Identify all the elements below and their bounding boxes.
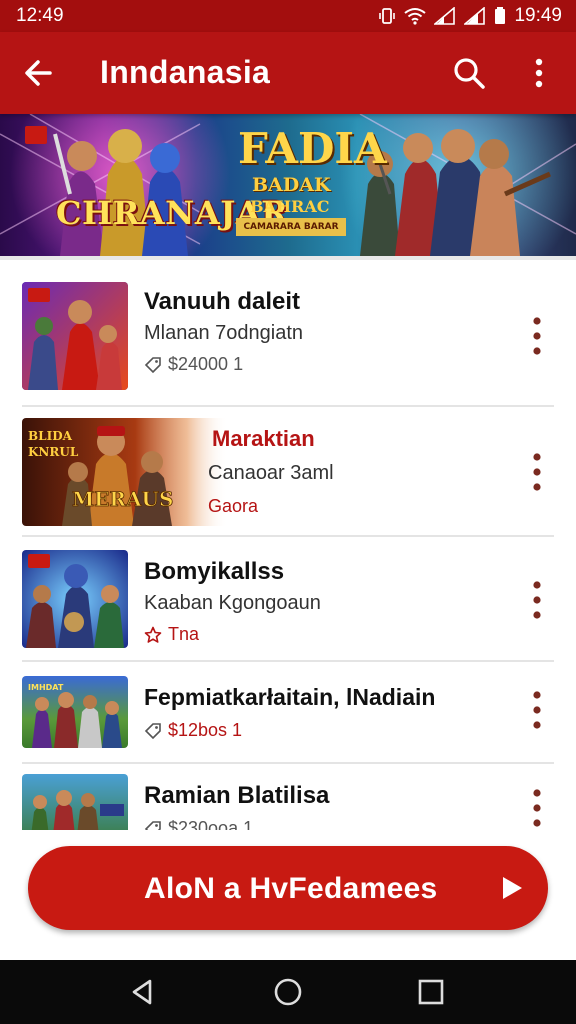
page-title: Inndanasia: [100, 54, 271, 90]
signal-icon-2: [464, 7, 486, 25]
item-title: Maraktian: [212, 426, 315, 451]
item-tag-label: Tna: [168, 624, 200, 644]
item-price: $230ooa 1: [168, 818, 254, 830]
item-meta: $12bos 1: [144, 720, 242, 741]
item-more-icon[interactable]: [528, 688, 546, 732]
item-thumbnail: IMHDAT: [22, 676, 128, 748]
game-list: Vanuuh daleit Mlanan 7odngiatn $24000 1: [0, 260, 576, 830]
item-subtitle: Mlanan 7odngiatn: [144, 322, 304, 344]
item-thumbnail: [22, 550, 128, 648]
banner-mid-tag: CAMARARA BARAR: [236, 218, 346, 236]
nav-recents-icon[interactable]: [415, 976, 447, 1008]
item-subtitle: Kaaban Kgongoaun: [144, 592, 321, 614]
item-more-icon[interactable]: [528, 450, 546, 494]
overflow-menu-icon[interactable]: [524, 54, 554, 92]
nav-back-icon[interactable]: [126, 976, 158, 1008]
status-time-left: 12:49: [16, 5, 64, 26]
item-thumbnail: [22, 282, 128, 390]
list-item[interactable]: BLIDA KNRUL MERAUS Maraktian Canaoar 3am…: [0, 408, 576, 538]
star-icon: [144, 626, 162, 643]
battery-icon: [495, 7, 506, 24]
svg-text:IMHDAT: IMHDAT: [28, 683, 64, 692]
status-time-right: 19:49: [514, 5, 562, 26]
item-more-icon[interactable]: [528, 578, 546, 622]
item-more-icon[interactable]: [528, 786, 546, 830]
item-meta: Tna: [144, 624, 199, 645]
primary-action-label: AloN a HvFedamees: [144, 872, 438, 905]
item-title: Bomyikallss: [144, 558, 285, 585]
list-item[interactable]: Vanuuh daleit Mlanan 7odngiatn $24000 1: [0, 260, 576, 408]
item-subtitle: Canaoar 3aml: [208, 462, 334, 484]
status-icons: 19:49: [378, 5, 562, 27]
system-nav-bar: [0, 960, 576, 1024]
item-thumbnail: [22, 774, 128, 830]
list-item[interactable]: Ramian Blatilisa $230ooa 1: [0, 766, 576, 830]
status-bar: 12:49 19:49: [0, 0, 576, 32]
item-meta: $24000 1: [144, 354, 243, 375]
item-more-icon[interactable]: [528, 314, 546, 358]
list-item[interactable]: IMHDAT Fepmiatkarłaitain, lNadiain $12bo…: [0, 662, 576, 766]
nav-home-icon[interactable]: [272, 976, 304, 1008]
banner-mid-sub2: BAHRAC: [250, 197, 330, 216]
banner-mid-title: FADIA: [238, 124, 387, 173]
app-bar: Inndanasia: [0, 32, 576, 114]
item-thumbnail: BLIDA KNRUL MERAUS: [22, 418, 228, 526]
tag-icon: [144, 356, 161, 373]
item-meta: Gaora: [208, 496, 258, 517]
item-divider: [22, 405, 554, 407]
item-price: $24000 1: [168, 354, 244, 374]
item-meta: $230ooa 1: [144, 818, 253, 830]
signal-icon: [434, 7, 456, 25]
promo-banner[interactable]: CHRANAJAR FADIA BADAK BAHRAC CAMARARA BA…: [0, 114, 576, 256]
item-tag-label: Gaora: [208, 496, 259, 516]
item-price: $12bos 1: [168, 720, 243, 740]
list-item[interactable]: Bomyikallss Kaaban Kgongoaun Tna: [0, 538, 576, 662]
item-title: Vanuuh daleit: [144, 288, 301, 315]
tag-icon: [144, 820, 161, 830]
item-title: Ramian Blatilisa: [144, 782, 330, 809]
search-icon[interactable]: [450, 54, 488, 92]
back-arrow-icon[interactable]: [20, 54, 58, 92]
banner-mid-sub1: BADAK: [252, 174, 331, 196]
svg-text:KNRUL: KNRUL: [28, 445, 79, 459]
item-divider: [22, 535, 554, 537]
primary-action-button[interactable]: AloN a HvFedamees: [28, 846, 548, 930]
thumb-banner-text: MERAUS: [72, 487, 173, 511]
tag-icon: [144, 722, 161, 739]
vibrate-icon: [379, 8, 396, 24]
wifi-icon: [404, 8, 427, 25]
svg-text:BLIDA: BLIDA: [28, 429, 73, 443]
item-title: Fepmiatkarłaitain, lNadiain: [144, 684, 436, 710]
play-icon: [503, 877, 522, 899]
item-divider: [22, 762, 554, 764]
